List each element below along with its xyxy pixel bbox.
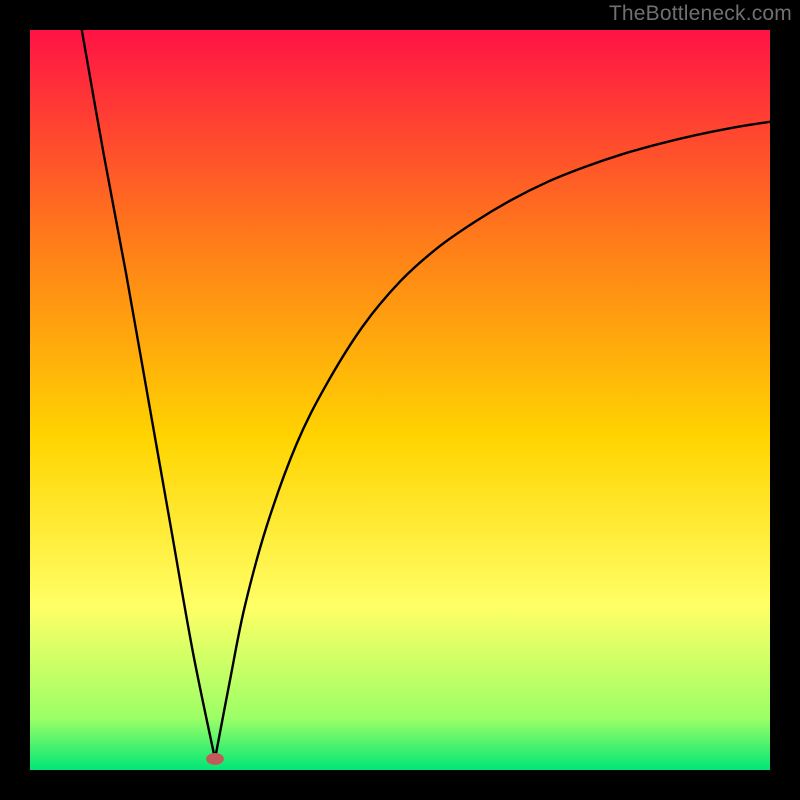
minimum-marker [206,753,224,765]
chart-plot [30,30,770,770]
gradient-background [30,30,770,770]
chart-frame: TheBottleneck.com [0,0,800,800]
watermark-text: TheBottleneck.com [609,2,792,26]
